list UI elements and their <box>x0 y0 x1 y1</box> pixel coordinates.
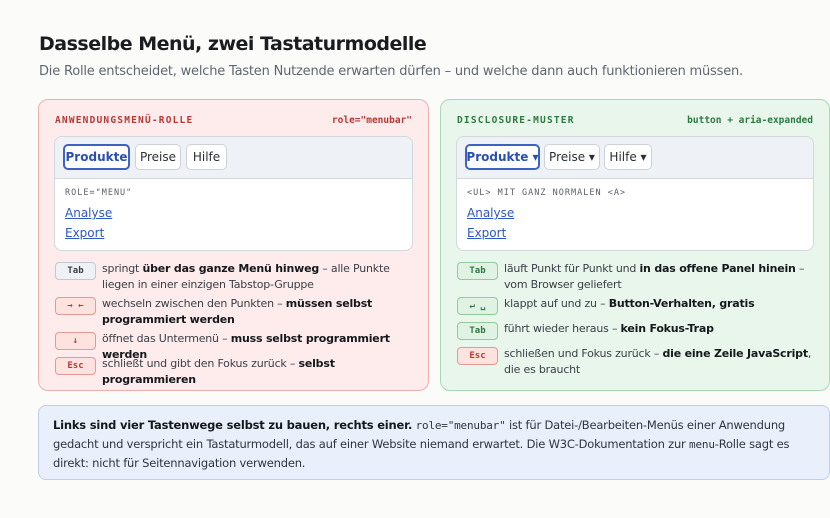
disclosure-pattern-panel: DISCLOSURE-MUSTER button + aria-expanded… <box>440 99 830 391</box>
key-description: schließt und gibt den Fokus zurück – sel… <box>102 357 335 386</box>
menu-tab-produkte[interactable]: Produkte <box>63 144 130 170</box>
submenu-link-analyse[interactable]: Analyse <box>467 206 514 220</box>
panel-tag: DISCLOSURE-MUSTER <box>457 115 575 126</box>
key-description: springt über das ganze Menü hinweg – all… <box>102 262 390 291</box>
submenu-kind-label: <UL> MIT GANZ NORMALEN <A> <box>467 188 627 198</box>
panel-tag: ANWENDUNGSMENÜ-ROLLE <box>55 115 194 126</box>
panel-header: ANWENDUNGSMENÜ-ROLLE role="menubar" <box>55 115 412 129</box>
disclosure-button-preise[interactable]: Preise ▾ <box>544 144 600 170</box>
panel-role-label: button + aria-expanded <box>687 115 813 126</box>
key-tab: Tab <box>457 262 498 280</box>
page-title: Dasselbe Menü, zwei Tastaturmodelle <box>39 33 427 55</box>
panel-header: DISCLOSURE-MUSTER button + aria-expanded <box>457 115 813 129</box>
disclosure-nav: Produkte ▾ Preise ▾ Hilfe ▾ <box>457 137 813 179</box>
submenu-link-export[interactable]: Export <box>65 226 104 240</box>
disclosure-demo: Produkte ▾ Preise ▾ Hilfe ▾ <UL> MIT GAN… <box>456 136 814 251</box>
menubar-role-panel: ANWENDUNGSMENÜ-ROLLE role="menubar" Prod… <box>38 99 429 391</box>
menu-demo: Produkte Preise Hilfe ROLE="MENU" Analys… <box>54 136 413 251</box>
key-tab: Tab <box>55 262 96 280</box>
key-esc: Esc <box>55 357 96 375</box>
submenu-link-analyse[interactable]: Analyse <box>65 206 112 220</box>
key-esc: Esc <box>457 347 498 365</box>
key-description: wechseln zwischen den Punkten – müssen s… <box>102 297 373 326</box>
disclosure-button-hilfe[interactable]: Hilfe ▾ <box>604 144 652 170</box>
key-tab: Tab <box>457 322 498 340</box>
key-arrows-left-right: → ← <box>55 297 96 315</box>
menubar: Produkte Preise Hilfe <box>55 137 412 179</box>
key-arrow-down: ↓ <box>55 332 96 350</box>
key-description: schließen und Fokus zurück – die eine Ze… <box>504 347 812 376</box>
menu-tab-hilfe[interactable]: Hilfe <box>186 144 227 170</box>
panel-role-label: role="menubar" <box>331 115 412 126</box>
page-subtitle: Die Rolle entscheidet, welche Tasten Nut… <box>39 64 743 79</box>
submenu-link-export[interactable]: Export <box>467 226 506 240</box>
key-description: führt wieder heraus – kein Fokus-Trap <box>504 322 714 335</box>
key-enter-space: ↵ ␣ <box>457 297 498 315</box>
key-description: läuft Punkt für Punkt und in das offene … <box>504 262 805 291</box>
key-description: klappt auf und zu – Button-Verhalten, gr… <box>504 297 755 310</box>
summary-note: Links sind vier Tastenwege selbst zu bau… <box>38 405 830 480</box>
menu-tab-preise[interactable]: Preise <box>135 144 181 170</box>
disclosure-button-produkte[interactable]: Produkte ▾ <box>465 144 540 170</box>
submenu-kind-label: ROLE="MENU" <box>65 188 133 198</box>
